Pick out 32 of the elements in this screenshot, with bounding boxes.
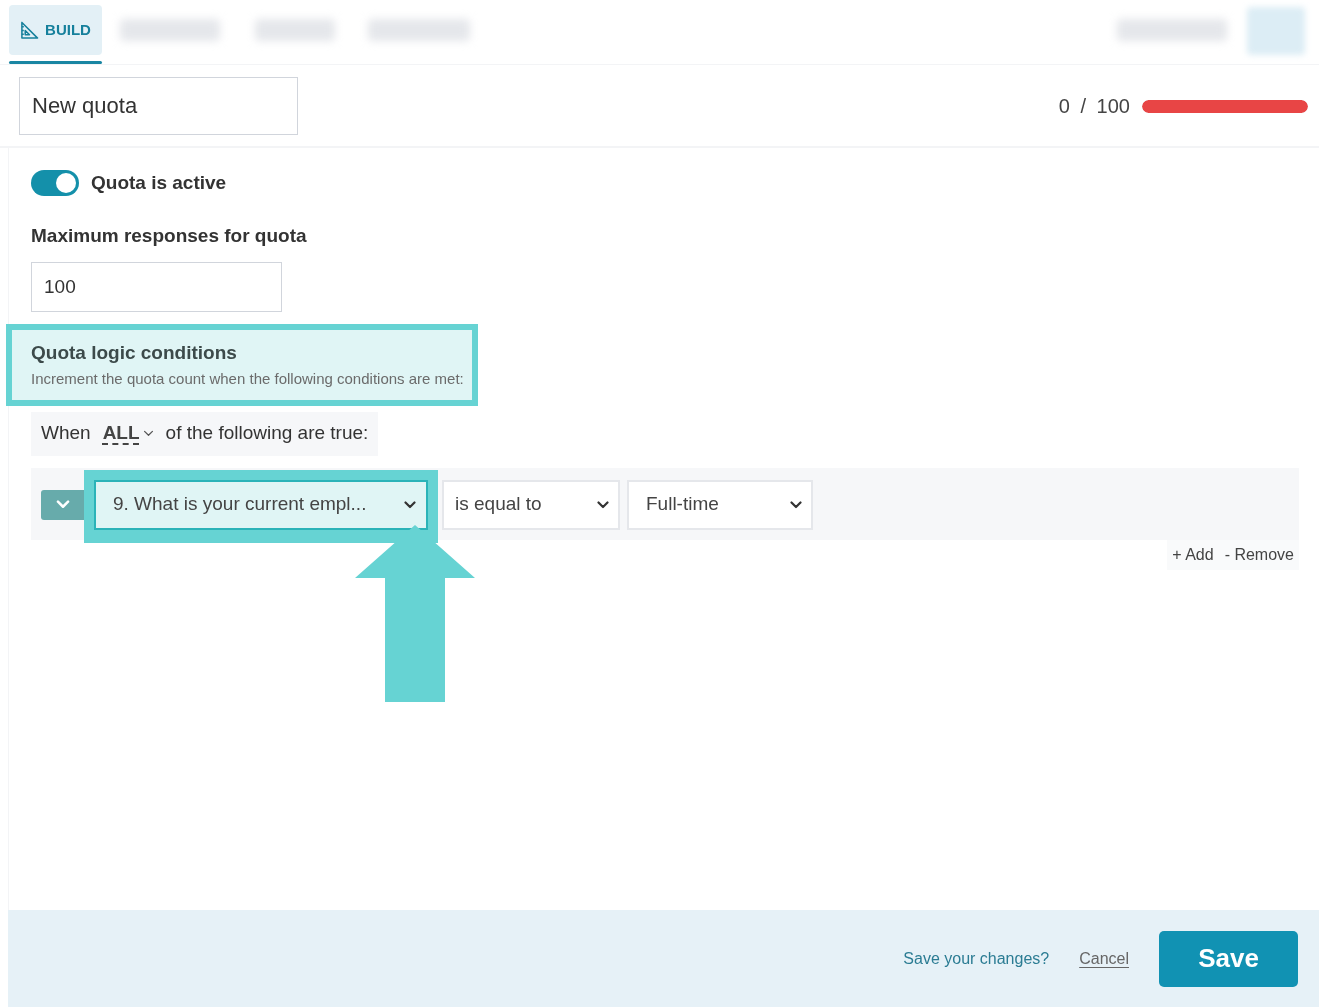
blurred-button[interactable] xyxy=(1117,19,1227,41)
blurred-tab[interactable] xyxy=(368,19,470,41)
section-description: Increment the quota count when the following conditions are met: xyxy=(31,368,464,389)
value-select[interactable]: Full-time xyxy=(627,479,813,530)
progress-reading: 0 / 100 xyxy=(1058,94,1130,119)
quota-name-field[interactable]: New quota xyxy=(19,77,298,135)
cancel-link[interactable]: Cancel xyxy=(1079,946,1129,971)
chevron-down-icon xyxy=(142,430,154,437)
collapse-button[interactable] xyxy=(41,489,84,520)
tab[interactable]: BUILD xyxy=(9,5,102,55)
question-select[interactable]: 9. What is your current empl... xyxy=(94,479,428,530)
save-button[interactable]: Save xyxy=(1159,930,1298,987)
chevron-down-icon xyxy=(404,500,416,509)
blurred-button[interactable] xyxy=(1247,7,1305,55)
blurred-tab[interactable] xyxy=(255,19,335,41)
blurred-tab[interactable] xyxy=(120,19,220,41)
operator-select[interactable]: is equal to xyxy=(442,479,620,530)
toggle-label: Quota is active xyxy=(91,171,227,195)
ruler-triangle-icon xyxy=(20,20,40,40)
match-mode-dropdown[interactable]: ALL xyxy=(102,419,154,448)
chevron-down-icon xyxy=(790,500,802,509)
chevron-down-icon xyxy=(597,500,609,509)
chevron-down-icon xyxy=(55,500,70,509)
section-title: Quota logic conditions xyxy=(31,340,238,365)
field-label: Maximum responses for quota xyxy=(31,223,307,248)
toggle-switch[interactable] xyxy=(31,170,79,197)
condition-action-link[interactable]: + Add xyxy=(1172,542,1214,567)
save-prompt: Save your changes? xyxy=(903,948,1050,969)
condition-action-link[interactable]: - Remove xyxy=(1224,542,1294,567)
max-responses-field[interactable]: 100 xyxy=(31,261,282,312)
rule-text: of the following are true: xyxy=(165,421,369,446)
rule-text: When xyxy=(41,421,91,446)
